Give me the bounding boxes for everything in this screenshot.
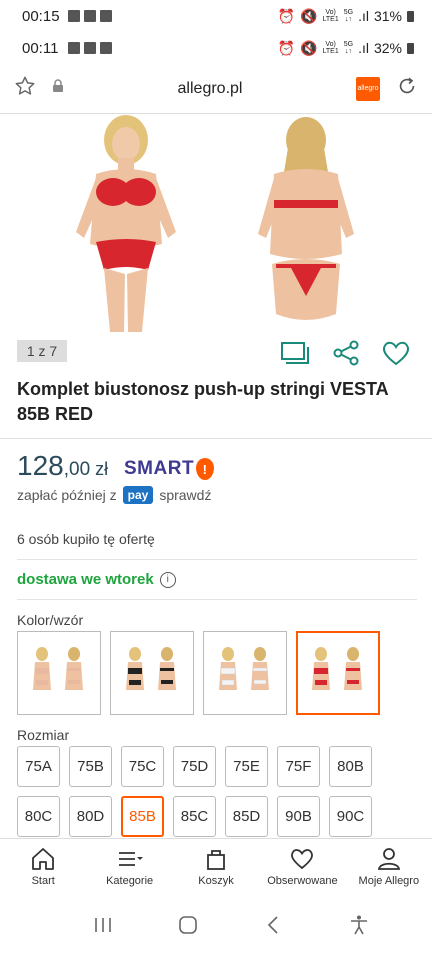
nav-label: Koszyk [198, 874, 234, 887]
pay-badge: pay [122, 486, 154, 504]
system-nav-bar [0, 894, 432, 960]
bag-icon [207, 849, 225, 870]
product-title: Komplet biustonosz push-up stringi VESTA… [17, 379, 388, 424]
bottom-nav: Start Kategorie Koszyk Obserwowane Moje … [0, 838, 432, 894]
status-right: ⏰ 🔇 Vo) LTE1 5G ↓↑ .ıl 31% [278, 8, 414, 25]
nav-categories[interactable]: Kategorie [86, 839, 172, 894]
size-option[interactable]: 75A [17, 746, 60, 787]
size-option[interactable]: 85C [173, 796, 216, 837]
size-option[interactable]: 75B [69, 746, 112, 787]
5g-icon: 5G ↓↑ [343, 9, 354, 23]
size-option[interactable]: 85D [225, 796, 268, 837]
allegro-app-icon[interactable]: allegro [356, 76, 380, 101]
price-cents: ,00 [63, 459, 91, 480]
size-option[interactable]: 80C [17, 796, 60, 837]
delivery-text: dostawa we wtorek [17, 571, 154, 588]
price: 128 ,00 zł [17, 450, 108, 482]
size-option[interactable]: 80D [69, 796, 112, 837]
size-option[interactable]: 75D [173, 746, 216, 787]
size-section-label: Rozmiar [17, 727, 70, 743]
divider [17, 559, 417, 560]
gallery-actions [280, 340, 410, 366]
price-integer: 128 [17, 450, 64, 481]
battery-level: 31% [373, 8, 402, 24]
status-right: ⏰ 🔇 Vo) LTE1 5G ↓↑ .ıl 32% [278, 40, 414, 57]
status-time: 00:15 [22, 7, 60, 25]
signal-icon: .ıl [358, 8, 369, 24]
mute-icon: 🔇 [300, 7, 318, 24]
reload-icon[interactable] [396, 75, 418, 102]
product-photo-front[interactable] [58, 114, 194, 332]
nav-watched[interactable]: Obserwowane [259, 839, 345, 894]
status-time: 00:11 [22, 39, 59, 57]
alarm-icon: ⏰ [277, 39, 296, 56]
product-gallery[interactable] [0, 114, 432, 332]
color-variant[interactable] [17, 631, 101, 715]
user-icon [377, 847, 400, 870]
pay-later-prefix: zapłać później z [17, 487, 117, 503]
volte-icon: Vo) LTE1 [322, 9, 339, 23]
size-option[interactable]: 75C [121, 746, 164, 787]
size-option[interactable]: 90C [329, 796, 372, 837]
pay-later-link[interactable]: sprawdź [159, 487, 211, 503]
battery-icon [407, 10, 414, 22]
product-photo-back[interactable] [238, 114, 374, 332]
signal-icon: .ıl [358, 40, 369, 56]
heart-icon[interactable] [382, 340, 410, 366]
5g-icon: 5G ↓↑ [343, 41, 354, 55]
pay-later[interactable]: zapłać później z pay sprawdź [17, 486, 211, 504]
battery-level: 32% [373, 40, 402, 56]
size-option[interactable]: 80B [329, 746, 372, 787]
size-option-selected[interactable]: 85B [121, 796, 164, 837]
size-option[interactable]: 90B [277, 796, 320, 837]
color-variant[interactable] [110, 631, 194, 715]
size-row-1: 75A 75B 75C 75D 75E 75F 80B [17, 746, 372, 787]
nav-my-allegro[interactable]: Moje Allegro [346, 839, 432, 894]
recent-apps-icon[interactable] [92, 915, 114, 940]
heart-icon [291, 848, 314, 869]
smart-label: SMART [124, 458, 195, 479]
divider [17, 599, 417, 600]
mute-icon: 🔇 [300, 39, 318, 56]
size-row-2: 80C 80D 85B 85C 85D 90B 90C [17, 796, 372, 837]
nav-start[interactable]: Start [0, 839, 86, 894]
notification-icons [68, 42, 112, 54]
divider [0, 438, 432, 439]
back-icon[interactable] [263, 915, 285, 940]
home-icon [32, 847, 55, 870]
size-option[interactable]: 75F [277, 746, 320, 787]
share-icon[interactable] [332, 340, 360, 366]
accessibility-icon[interactable] [348, 914, 370, 941]
nav-label: Obserwowane [267, 874, 338, 887]
status-bar: 00:15 ⏰ 🔇 Vo) LTE1 5G ↓↑ .ıl 31% [0, 0, 432, 32]
home-button-icon[interactable] [177, 915, 199, 940]
price-currency: zł [95, 459, 109, 479]
delivery-info[interactable]: dostawa we wtorek i [17, 571, 176, 588]
smart-logo-icon: ! [196, 458, 215, 480]
volte-icon: Vo) LTE1 [322, 41, 339, 55]
browser-url-bar: allegro.pl allegro [0, 64, 432, 114]
color-variant-selected[interactable] [296, 631, 380, 715]
sold-info: 6 osób kupiło tę ofertę [17, 531, 155, 547]
color-variants [17, 631, 380, 715]
notification-icons [68, 10, 112, 22]
nav-label: Kategorie [106, 874, 154, 887]
gallery-view-icon[interactable] [280, 340, 310, 366]
nav-cart[interactable]: Koszyk [173, 839, 259, 894]
battery-icon [407, 42, 414, 54]
color-section-label: Kolor/wzór [17, 612, 84, 628]
url-text[interactable]: allegro.pl [64, 80, 356, 98]
smart-badge[interactable]: SMART ! [124, 458, 215, 480]
image-counter: 1 z 7 [17, 340, 67, 362]
star-icon[interactable] [14, 75, 36, 102]
menu-icon [118, 851, 143, 866]
info-icon[interactable]: i [159, 571, 176, 588]
lock-icon [52, 79, 64, 98]
status-bar: 00:11 ⏰ 🔇 Vo) LTE1 5G ↓↑ .ıl 32% [0, 32, 432, 64]
color-variant[interactable] [203, 631, 287, 715]
alarm-icon: ⏰ [277, 7, 296, 24]
nav-label: Start [31, 874, 55, 887]
size-option[interactable]: 75E [225, 746, 268, 787]
nav-label: Moje Allegro [358, 874, 420, 887]
